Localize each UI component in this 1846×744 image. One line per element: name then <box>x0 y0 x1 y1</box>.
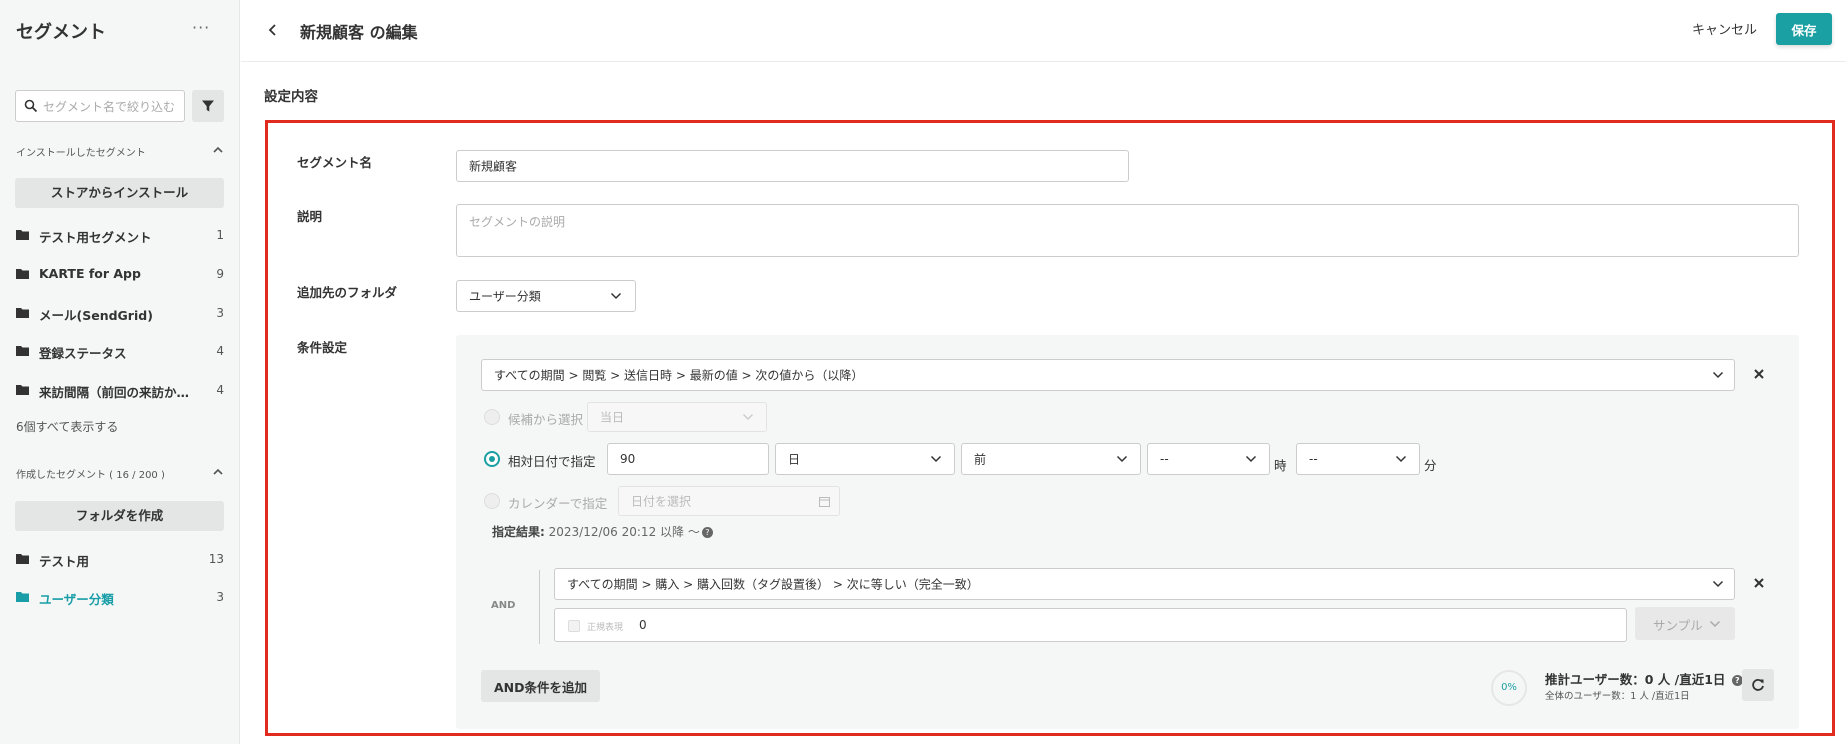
remove-condition-2-icon[interactable] <box>1753 577 1765 589</box>
total-users: 全体のユーザー数：1 人 /直近1日 <box>1545 691 1690 702</box>
folder-icon <box>16 385 29 395</box>
chevron-down-icon <box>1395 455 1407 463</box>
folder-icon <box>16 230 29 240</box>
sidebar-folder[interactable]: テスト用 13 <box>16 549 224 569</box>
folder-select[interactable]: ユーザー分類 <box>456 280 636 312</box>
segment-search <box>15 90 185 122</box>
condition-label: 条件設定 <box>297 340 348 355</box>
sidebar: セグメント ··· インストールしたセグメント ストアからインストール テスト用… <box>0 0 240 744</box>
hour-select[interactable]: -- <box>1147 443 1270 475</box>
folder-icon <box>16 346 29 356</box>
sidebar-folder[interactable]: 登録ステータス 4 <box>16 341 224 361</box>
folder-icon <box>16 554 29 564</box>
refresh-icon <box>1752 679 1764 691</box>
folder-icon <box>16 308 29 318</box>
show-all-link[interactable]: 6個すべて表示する <box>16 418 118 435</box>
relative-amount-input[interactable]: 90 <box>607 443 769 475</box>
section-title: 設定内容 <box>264 89 318 105</box>
relative-direction-select[interactable]: 前 <box>961 443 1141 475</box>
chevron-down-icon <box>1712 371 1724 379</box>
calendar-date-input[interactable]: 日付を選択 <box>618 486 840 516</box>
installed-segments-header: インストールしたセグメント <box>16 148 146 159</box>
more-options-icon[interactable]: ··· <box>192 18 210 37</box>
add-and-condition-button[interactable]: AND条件を追加 <box>481 670 600 702</box>
description-textarea[interactable] <box>456 204 1799 257</box>
candidate-option-label: 候補から選択 <box>508 412 584 427</box>
segment-name-input[interactable]: 新規顧客 <box>456 150 1129 182</box>
page-title: 新規顧客 の編集 <box>300 23 418 42</box>
created-segments-header: 作成したセグメント ( 16 / 200 ) <box>16 470 165 481</box>
condition-2-value-input[interactable]: 0 <box>554 608 1627 642</box>
hour-unit: 時 <box>1274 458 1287 473</box>
calendar-icon <box>819 497 830 507</box>
result-text: 指定結果: 2023/12/06 20:12 以降 〜? <box>492 523 713 540</box>
regex-label: 正規表現 <box>587 623 624 633</box>
chevron-down-icon <box>1709 620 1721 627</box>
help-icon[interactable]: ? <box>701 527 713 538</box>
search-icon <box>24 99 38 113</box>
chevron-down-icon <box>610 292 622 300</box>
minute-unit: 分 <box>1424 458 1437 473</box>
sidebar-folder-active[interactable]: ユーザー分類 3 <box>16 587 224 607</box>
regex-checkbox[interactable] <box>568 620 580 632</box>
folder-icon <box>16 269 29 279</box>
condition-1-select[interactable]: すべての期間 > 閲覧 > 送信日時 > 最新の値 > 次の値から（以降） <box>481 359 1735 391</box>
chevron-down-icon <box>1712 580 1724 588</box>
segment-search-input[interactable] <box>43 97 181 117</box>
chevron-up-icon[interactable] <box>212 144 224 156</box>
filter-button[interactable] <box>192 90 224 122</box>
chevron-down-icon <box>1116 455 1128 463</box>
relative-date-radio[interactable] <box>484 451 500 467</box>
create-folder-button[interactable]: フォルダを作成 <box>15 501 224 531</box>
and-connector <box>539 570 540 644</box>
segment-name-label: セグメント名 <box>297 155 373 170</box>
chevron-down-icon <box>1245 455 1257 463</box>
remove-condition-1-icon[interactable] <box>1753 368 1765 380</box>
relative-option-label: 相対日付で指定 <box>508 454 596 469</box>
sample-button[interactable]: サンプル <box>1635 607 1735 640</box>
sidebar-folder[interactable]: メール(SendGrid) 3 <box>16 303 224 323</box>
candidate-radio[interactable] <box>484 409 500 425</box>
condition-2-select[interactable]: すべての期間 > 購入 > 購入回数（タグ設置後） > 次に等しい（完全一致） <box>554 568 1735 600</box>
calendar-radio[interactable] <box>484 493 500 509</box>
relative-unit-select[interactable]: 日 <box>775 443 955 475</box>
sidebar-title: セグメント <box>16 22 106 43</box>
sidebar-folder[interactable]: 来訪間隔（前回の来訪から… 4 <box>16 380 224 400</box>
minute-select[interactable]: -- <box>1296 443 1420 475</box>
sidebar-folder[interactable]: KARTE for App 9 <box>16 264 224 284</box>
calendar-option-label: カレンダーで指定 <box>508 496 608 511</box>
chevron-down-icon <box>742 413 754 421</box>
estimated-users: 推計ユーザー数：0 人 /直近1日 ? <box>1545 669 1743 688</box>
save-button[interactable]: 保存 <box>1776 13 1832 45</box>
cancel-button[interactable]: キャンセル <box>1692 19 1757 38</box>
refresh-button[interactable] <box>1742 669 1774 701</box>
header: 新規顧客 の編集 キャンセル 保存 <box>241 0 1846 62</box>
folder-icon <box>16 592 29 602</box>
chevron-up-icon[interactable] <box>212 466 224 478</box>
install-from-store-button[interactable]: ストアからインストール <box>15 178 224 208</box>
percent-indicator: 0% <box>1491 670 1527 706</box>
description-label: 説明 <box>297 209 323 224</box>
chevron-down-icon <box>930 455 942 463</box>
back-arrow-icon[interactable] <box>265 22 281 38</box>
candidate-select[interactable]: 当日 <box>587 402 767 432</box>
and-label: AND <box>491 600 516 611</box>
sidebar-folder[interactable]: テスト用セグメント 1 <box>16 225 224 245</box>
filter-icon <box>202 100 214 112</box>
folder-label: 追加先のフォルダ <box>297 285 398 300</box>
